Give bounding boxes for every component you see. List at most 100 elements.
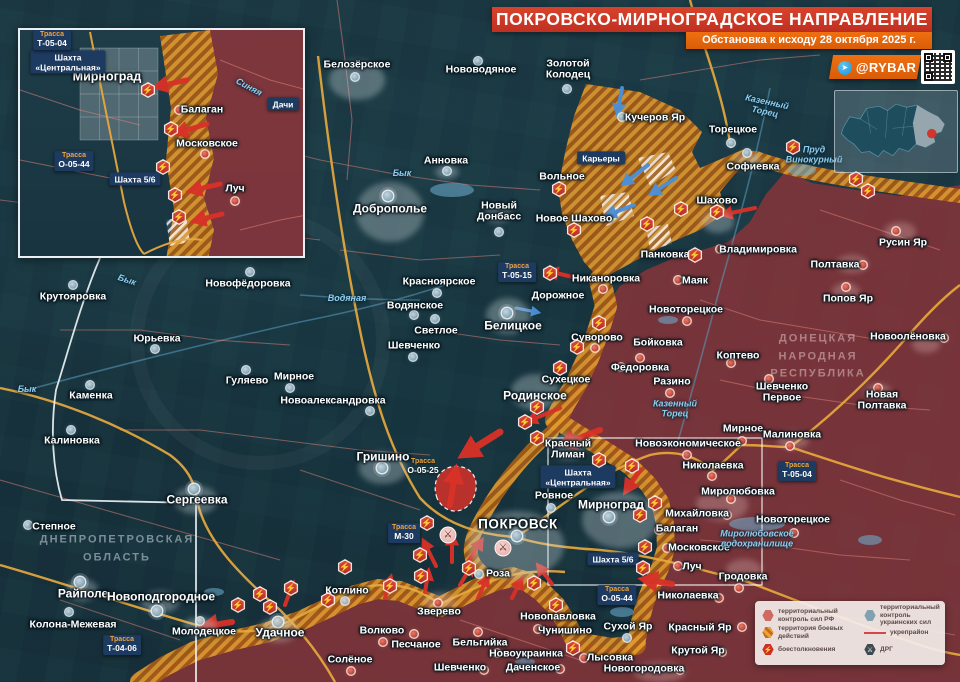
settlement-marker xyxy=(380,639,387,646)
legend-label: боестолкновения xyxy=(778,646,835,654)
settlement-marker xyxy=(675,277,682,284)
settlement-footprint xyxy=(696,489,748,521)
settlement-marker xyxy=(202,151,209,158)
settlement-marker xyxy=(564,86,571,93)
lake xyxy=(729,517,785,531)
settlement-marker xyxy=(557,666,564,673)
settlement-marker xyxy=(152,346,159,353)
brand-label: @RYBAR xyxy=(856,60,916,75)
settlement-marker xyxy=(377,463,387,473)
urban-fight-icon: ⚔ xyxy=(495,540,512,557)
settlement-marker xyxy=(512,531,522,541)
settlement-footprint xyxy=(468,511,564,579)
settlement-marker xyxy=(744,150,751,157)
settlement-marker xyxy=(411,631,418,638)
combat-legend-icon xyxy=(762,627,774,639)
settlement-marker xyxy=(600,286,607,293)
settlement-marker xyxy=(189,484,199,494)
lake xyxy=(658,316,678,324)
settlement-marker xyxy=(860,262,867,269)
settlement-marker xyxy=(684,318,691,325)
settlement-marker xyxy=(273,617,283,627)
settlement-marker xyxy=(68,427,75,434)
settlement-marker xyxy=(70,282,77,289)
telegram-icon: ➤ xyxy=(838,60,852,74)
settlement-marker xyxy=(247,269,254,276)
drg-legend-icon: ⚔ xyxy=(864,644,876,656)
settlement-marker xyxy=(619,114,626,121)
settlement-footprint xyxy=(726,559,762,581)
settlement-footprint xyxy=(582,492,658,548)
settlement-marker xyxy=(941,335,948,342)
settlement-marker xyxy=(728,140,735,147)
settlement-marker xyxy=(791,530,798,537)
settlement-marker xyxy=(87,382,94,389)
settlement-marker xyxy=(677,667,684,674)
settlement-footprint xyxy=(329,60,385,100)
settlement-marker xyxy=(232,198,239,205)
settlement-marker xyxy=(739,438,746,445)
rf-legend-icon xyxy=(762,610,774,622)
legend-label: ДРГ xyxy=(880,646,893,654)
settlement-footprint xyxy=(484,205,512,223)
legend-item: укрепрайон xyxy=(864,624,942,641)
settlement-marker xyxy=(75,577,85,587)
map-canvas[interactable]: ДНЕПРОПЕТРОВСКАЯ ОБЛАСТЬДОНЕЦКАЯ НАРОДНА… xyxy=(0,0,960,682)
lake xyxy=(204,588,224,596)
settlement-marker xyxy=(444,168,451,175)
settlement-marker xyxy=(502,308,512,318)
inset-layers xyxy=(20,30,305,258)
lake xyxy=(788,164,816,176)
lake xyxy=(858,535,882,545)
settlement-marker xyxy=(535,626,542,633)
settlement-marker xyxy=(176,107,183,114)
inset-map-mirnograd[interactable]: МирноградБалаганМосковскоеЛучШахта «Цент… xyxy=(18,28,305,258)
settlement-marker xyxy=(728,360,735,367)
settlement-marker xyxy=(637,355,644,362)
settlement-marker xyxy=(476,571,483,578)
inset-rf-zone xyxy=(204,30,305,258)
settlement-marker xyxy=(581,655,588,662)
settlement-marker xyxy=(342,598,349,605)
settlement-marker xyxy=(843,284,850,291)
settlement-marker xyxy=(481,667,488,674)
settlement-marker xyxy=(410,354,417,361)
area-of-interest-dot xyxy=(927,129,936,138)
legend-item: территориальный контроль украинских сил xyxy=(864,607,942,624)
settlement-marker xyxy=(496,229,503,236)
secondary-road xyxy=(0,480,280,560)
settlement-marker xyxy=(494,650,501,657)
settlement-marker xyxy=(717,246,724,253)
legend-label: территориальный контроль сил РФ xyxy=(778,608,860,623)
secondary-road xyxy=(430,330,560,345)
settlement-marker xyxy=(624,635,631,642)
settlement-marker xyxy=(656,527,663,534)
settlement-marker xyxy=(618,364,625,371)
settlement-marker xyxy=(352,74,359,81)
settlement-marker xyxy=(434,290,441,297)
settlement-marker xyxy=(592,345,599,352)
settlement-footprint xyxy=(550,434,586,460)
rf-attack-arrow xyxy=(468,432,500,452)
settlement-marker xyxy=(475,58,482,65)
map-legend: территориальный контроль сил РФ территори… xyxy=(755,601,945,665)
settlement-marker xyxy=(152,606,162,616)
settlement-marker xyxy=(197,618,204,625)
settlement-marker xyxy=(604,512,614,522)
settlement-marker xyxy=(411,312,418,319)
rybar-brand-badge[interactable]: ➤ @RYBAR xyxy=(829,55,921,79)
urban-fight-icon: ⚔ xyxy=(440,527,457,544)
qr-code xyxy=(921,50,955,84)
settlement-marker xyxy=(736,585,743,592)
main-road xyxy=(318,56,516,537)
secondary-road xyxy=(340,250,500,260)
settlement-marker xyxy=(893,228,900,235)
settlement-marker xyxy=(548,505,555,512)
settlement-marker xyxy=(675,563,682,570)
ua-legend-icon xyxy=(864,610,876,622)
rf-attack-arrow xyxy=(648,580,672,584)
legend-item: территориальный контроль сил РФ xyxy=(762,607,860,624)
settlement-marker xyxy=(875,385,882,392)
settlement-marker xyxy=(766,376,773,383)
settlement-marker xyxy=(475,629,482,636)
